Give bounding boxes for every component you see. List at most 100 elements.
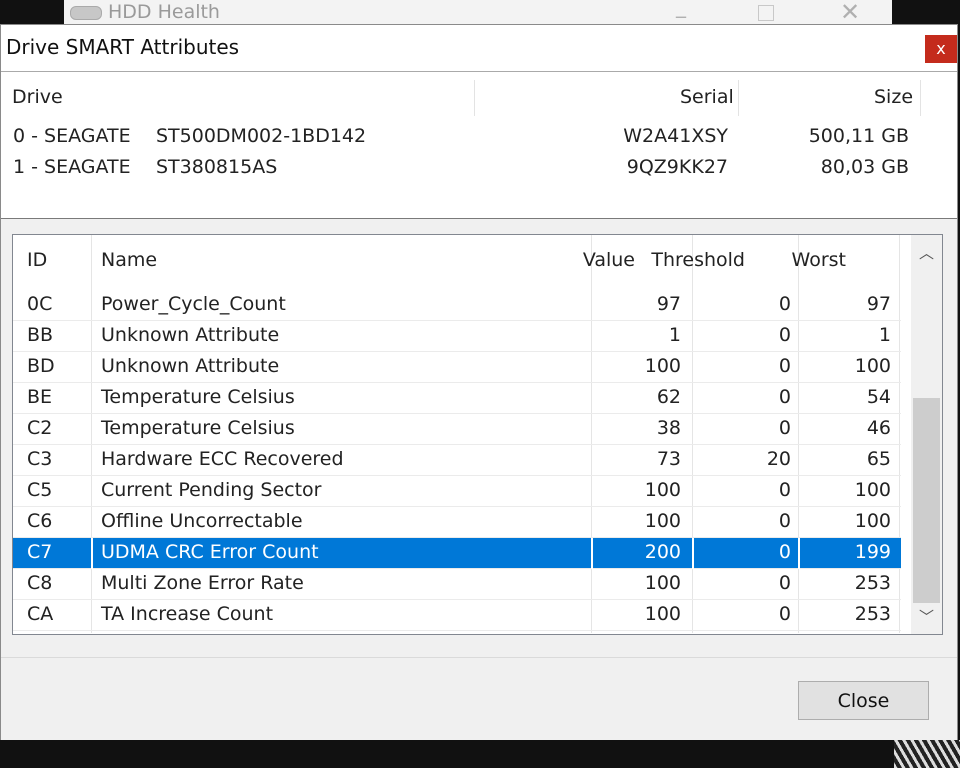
attribute-worst: 54 [866,386,891,408]
attribute-threshold: 0 [778,541,791,563]
drive-model: ST500DM002-1BD142 [156,125,367,147]
column-separator[interactable] [474,80,475,116]
chevron-down-icon[interactable]: ﹀ [911,603,942,631]
dialog-close-button[interactable]: x [925,35,957,63]
background-window: HDD Health _ ✕ [64,0,892,26]
attribute-name: Unknown Attribute [101,324,280,346]
smart-attributes-table[interactable]: ID Name Value Threshold Worst 0C Power_Cy… [12,234,943,635]
drive-column-header[interactable]: Drive [12,86,63,108]
table-row[interactable]: C5 Current Pending Sector 100 0 100 [13,476,901,507]
dialog-titlebar: Drive SMART Attributes x [1,25,957,71]
attribute-id: BD [27,355,55,377]
table-row[interactable]: BD Unknown Attribute 100 0 100 [13,352,901,383]
attribute-threshold: 0 [778,479,791,501]
attribute-value: 100 [644,603,681,625]
serial-column-header[interactable]: Serial [680,86,734,108]
attribute-id: C6 [27,510,53,532]
attribute-id: C5 [27,479,53,501]
attribute-id: BB [27,324,54,346]
column-separator[interactable] [920,80,921,116]
value-column-header[interactable]: Value [583,249,635,271]
drive-index: 1 - SEAGATE [13,156,131,178]
column-separator[interactable] [738,80,739,116]
table-row[interactable]: C8 Multi Zone Error Rate 100 0 253 [13,569,901,600]
attribute-worst: 46 [866,417,891,439]
attribute-name: Current Pending Sector [101,479,322,501]
table-row[interactable]: C2 Temperature Celsius 38 0 46 [13,414,901,445]
drive-size: 80,03 GB [820,156,909,178]
chevron-up-icon[interactable]: ︿ [911,239,942,267]
worst-column-header[interactable]: Worst [792,249,846,271]
hdd-icon [70,6,102,20]
maximize-icon[interactable] [758,5,774,21]
table-header: ID Name Value Threshold Worst [13,235,901,289]
attribute-name: UDMA CRC Error Count [101,541,319,563]
drive-list[interactable]: Drive Serial Size 0 - SEAGATE ST500DM002… [1,71,957,219]
attribute-value: 100 [644,510,681,532]
attribute-value: 38 [656,417,681,439]
attribute-worst: 97 [866,293,891,315]
attribute-worst: 100 [854,479,891,501]
background-close-icon[interactable]: ✕ [840,0,860,26]
attribute-name: Offline Uncorrectable [101,510,303,532]
attribute-threshold: 0 [778,603,791,625]
attribute-threshold: 0 [778,386,791,408]
background-window-title: HDD Health [108,1,220,23]
desktop-background [892,0,960,24]
size-column-header[interactable]: Size [874,86,913,108]
attribute-name: Unknown Attribute [101,355,280,377]
attribute-name: Multi Zone Error Rate [101,572,304,594]
attribute-worst: 253 [854,603,891,625]
table-row[interactable]: 0C Power_Cycle_Count 97 0 97 [13,290,901,321]
attribute-value: 73 [656,448,681,470]
attribute-id: C7 [27,541,53,563]
attribute-name: TA Increase Count [101,603,274,625]
attribute-worst: 253 [854,572,891,594]
attribute-threshold: 0 [778,572,791,594]
table-row[interactable]: C6 Offline Uncorrectable 100 0 100 [13,507,901,538]
drive-model: ST380815AS [156,156,278,178]
attribute-value: 100 [644,479,681,501]
attribute-threshold: 0 [778,355,791,377]
attribute-worst: 65 [866,448,891,470]
name-column-header[interactable]: Name [101,249,157,271]
id-column-header[interactable]: ID [27,249,47,271]
attribute-value: 200 [644,541,681,563]
drive-index: 0 - SEAGATE [13,125,131,147]
attribute-value: 97 [656,293,681,315]
drive-serial: 9QZ9KK27 [626,156,728,178]
selection-cell-divider [591,538,593,569]
attribute-threshold: 0 [778,293,791,315]
attribute-worst: 100 [854,510,891,532]
attribute-value: 1 [668,324,681,346]
attribute-threshold: 20 [766,448,791,470]
attribute-value: 62 [656,386,681,408]
desktop-wallpaper [894,740,960,768]
attribute-name: Hardware ECC Recovered [101,448,344,470]
attribute-id: C3 [27,448,53,470]
attribute-name: Temperature Celsius [101,417,295,439]
dialog-footer: Close [1,657,957,740]
close-button[interactable]: Close [798,681,929,720]
attribute-threshold: 0 [778,324,791,346]
scrollbar-thumb[interactable] [913,398,940,603]
selection-cell-divider [692,538,694,569]
attribute-worst: 100 [854,355,891,377]
vertical-scrollbar[interactable]: ︿ ﹀ [911,235,942,634]
threshold-column-header[interactable]: Threshold [651,249,745,271]
attribute-threshold: 0 [778,417,791,439]
attribute-name: Power_Cycle_Count [101,293,286,315]
dialog-title: Drive SMART Attributes [6,35,240,59]
attribute-worst: 199 [854,541,891,563]
attribute-value: 100 [644,572,681,594]
table-row[interactable]: BB Unknown Attribute 1 0 1 [13,321,901,352]
minimize-icon[interactable]: _ [676,0,686,18]
attribute-name: Temperature Celsius [101,386,295,408]
selection-cell-divider [798,538,800,569]
table-row[interactable]: BE Temperature Celsius 62 0 54 [13,383,901,414]
attribute-id: 0C [27,293,53,315]
table-row[interactable]: C3 Hardware ECC Recovered 73 20 65 [13,445,901,476]
table-row[interactable]: CA TA Increase Count 100 0 253 [13,600,901,631]
drive-serial: W2A41XSY [623,125,728,147]
table-row[interactable]: C7 UDMA CRC Error Count 200 0 199 [13,538,901,569]
